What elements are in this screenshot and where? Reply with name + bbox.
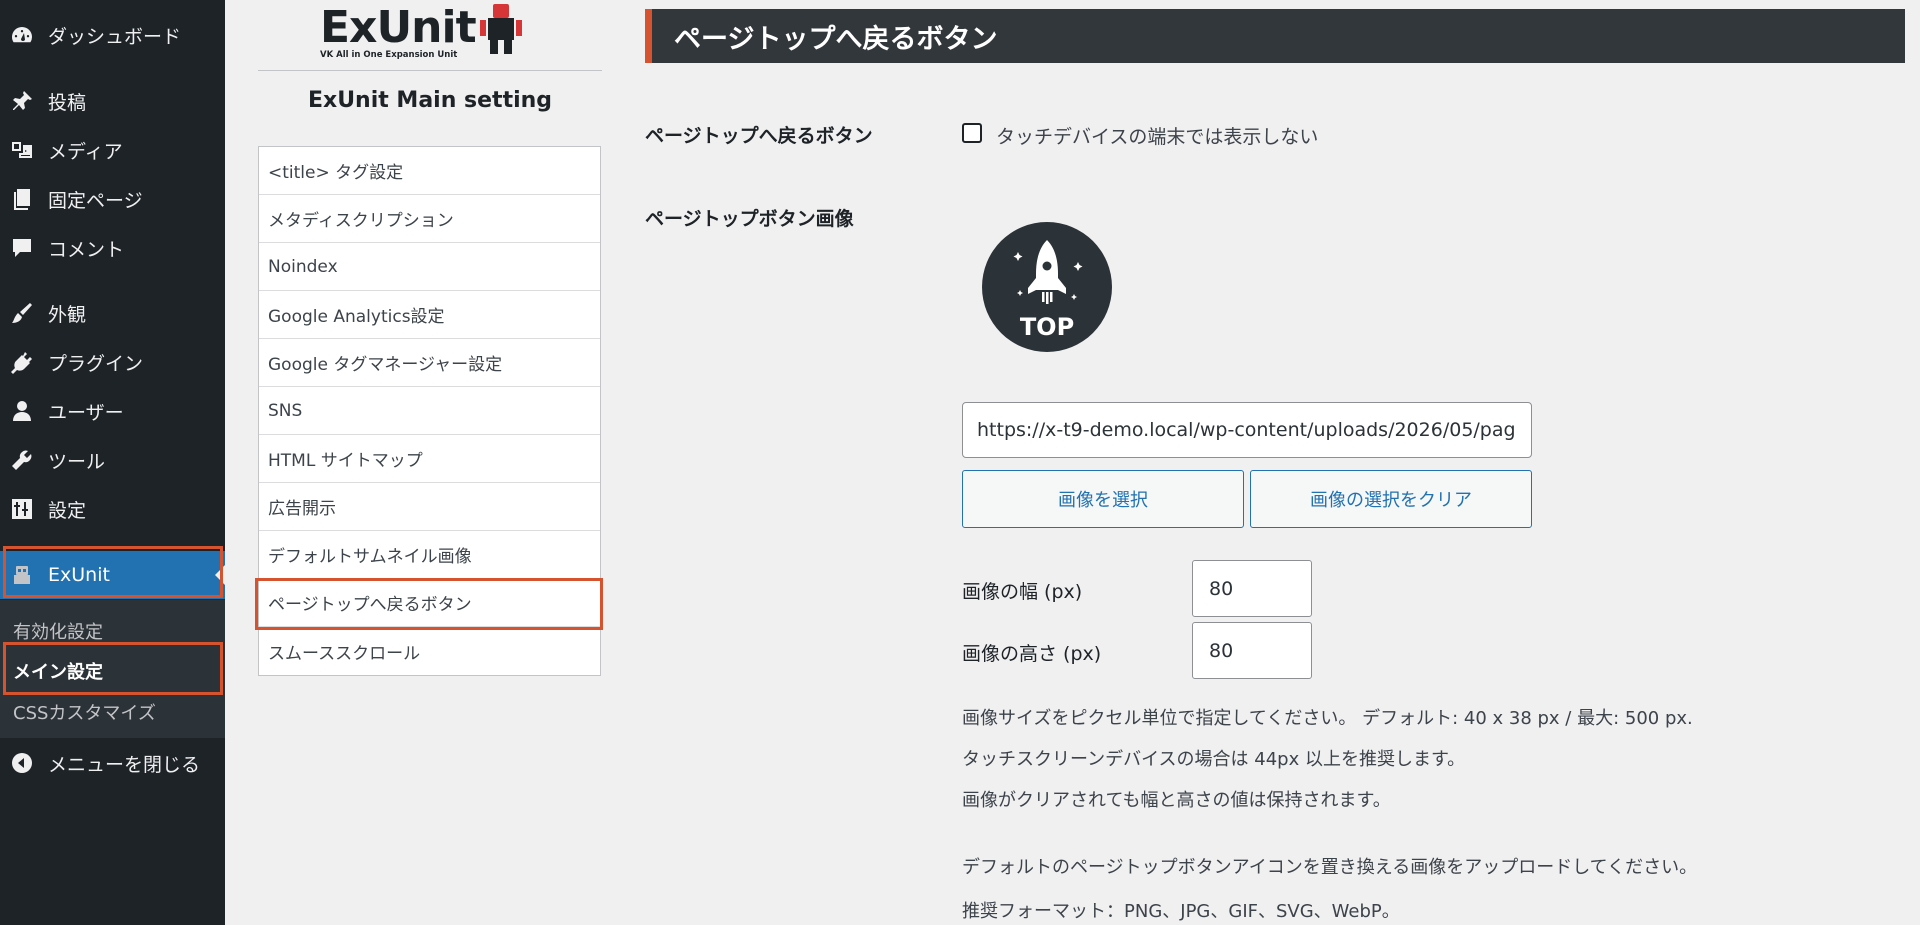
nav-sns[interactable]: SNS [259, 387, 600, 435]
nav-smooth-scroll[interactable]: スムーススクロール [259, 627, 600, 675]
logo-wordmark: ExUnit [320, 2, 477, 53]
section-title: ページトップへ戻るボタン [674, 23, 998, 55]
media-icon [9, 137, 35, 163]
image-width-input[interactable] [1192, 560, 1312, 617]
menu-comments[interactable]: コメント [0, 224, 225, 272]
image-url-input[interactable] [962, 402, 1532, 458]
page-top-image-label: ページトップボタン画像 [645, 208, 854, 230]
nav-html-sitemap[interactable]: HTML サイトマップ [259, 435, 600, 483]
menu-plugins[interactable]: プラグイン [0, 338, 225, 386]
page-icon [9, 186, 35, 212]
collapse-arrow-icon [9, 750, 35, 776]
menu-appearance-label: 外観 [48, 303, 87, 326]
nav-ad-disclosure[interactable]: 広告開示 [259, 483, 600, 531]
brush-icon [9, 300, 35, 326]
clear-image-button[interactable]: 画像の選択をクリア [1250, 470, 1532, 528]
highlight-box-main-settings [3, 642, 223, 695]
nav-default-thumbnail[interactable]: デフォルトサムネイル画像 [259, 531, 600, 579]
hide-on-touch-checkbox[interactable] [962, 123, 982, 143]
admin-sidebar: ダッシュボード 投稿 メディア 固定ページ コメント 外観 プラグイン ユーザー… [0, 0, 225, 925]
touch-size-recommendation: タッチスクリーンデバイスの場合は 44px 以上を推奨します。 [962, 749, 1466, 770]
highlight-box-page-top-nav [255, 578, 603, 630]
upload-instruction: デフォルトのページトップボタンアイコンを置き換える画像をアップロードしてください… [962, 857, 1698, 878]
exunit-logo: ExUnit VK All in One Expansion Unit [318, 0, 536, 60]
nav-google-analytics[interactable]: Google Analytics設定 [259, 291, 600, 339]
image-height-input[interactable] [1192, 622, 1312, 679]
menu-tools[interactable]: ツール [0, 436, 225, 484]
menu-pages-label: 固定ページ [48, 189, 143, 212]
plugin-icon [9, 349, 35, 375]
select-image-button[interactable]: 画像を選択 [962, 470, 1244, 528]
menu-settings-label: 設定 [48, 499, 87, 522]
user-icon [9, 398, 35, 424]
image-height-label: 画像の高さ (px) [962, 643, 1102, 665]
menu-users-label: ユーザー [48, 401, 124, 424]
menu-collapse-label: メニューを閉じる [48, 753, 201, 776]
logo-divider [258, 70, 602, 71]
wrench-icon [9, 447, 35, 473]
section-header: ページトップへ戻るボタン [645, 9, 1905, 63]
nav-noindex[interactable]: Noindex [259, 243, 600, 291]
exunit-main-setting-title: ExUnit Main setting [307, 88, 553, 113]
menu-dashboard-label: ダッシュボード [48, 25, 182, 48]
logo-tagline: VK All in One Expansion Unit [320, 50, 457, 60]
menu-dashboard[interactable]: ダッシュボード [0, 11, 225, 59]
highlight-box-exunit [3, 546, 223, 598]
size-description: 画像サイズをピクセル単位で指定してください。 デフォルト: 40 x 38 px… [962, 708, 1693, 729]
menu-users[interactable]: ユーザー [0, 387, 225, 435]
menu-tools-label: ツール [48, 450, 106, 473]
menu-plugins-label: プラグイン [48, 352, 144, 375]
menu-media-label: メディア [48, 140, 123, 163]
menu-comments-label: コメント [48, 238, 125, 261]
menu-pages[interactable]: 固定ページ [0, 175, 225, 223]
hide-on-touch-label[interactable]: タッチデバイスの端末では表示しない [996, 122, 1318, 149]
menu-collapse[interactable]: メニューを閉じる [0, 739, 225, 787]
nav-google-tag-manager[interactable]: Google タグマネージャー設定 [259, 339, 600, 387]
comment-icon [9, 235, 35, 261]
image-width-label: 画像の幅 (px) [962, 581, 1083, 603]
nav-meta-description[interactable]: メタディスクリプション [259, 195, 600, 243]
menu-appearance[interactable]: 外観 [0, 289, 225, 337]
menu-posts-label: 投稿 [48, 91, 87, 114]
submenu-css-customize[interactable]: CSSカスタマイズ [13, 699, 156, 725]
menu-posts[interactable]: 投稿 [0, 77, 225, 125]
settings-icon [9, 496, 35, 522]
submenu-activation[interactable]: 有効化設定 [13, 618, 103, 644]
pin-icon [9, 88, 35, 114]
dashboard-icon [9, 22, 35, 48]
recommended-formats: 推奨フォーマット：PNG、JPG、GIF、SVG、WebP。 [962, 901, 1400, 922]
page-top-image-preview: TOP [982, 222, 1112, 352]
nav-title-tag[interactable]: <title> タグ設定 [259, 147, 600, 195]
menu-settings[interactable]: 設定 [0, 485, 225, 533]
menu-media[interactable]: メディア [0, 126, 225, 174]
page-top-button-label: ページトップへ戻るボタン [645, 125, 873, 147]
preview-top-text: TOP [1020, 313, 1074, 341]
retain-size-note: 画像がクリアされても幅と高さの値は保持されます。 [962, 790, 1391, 811]
